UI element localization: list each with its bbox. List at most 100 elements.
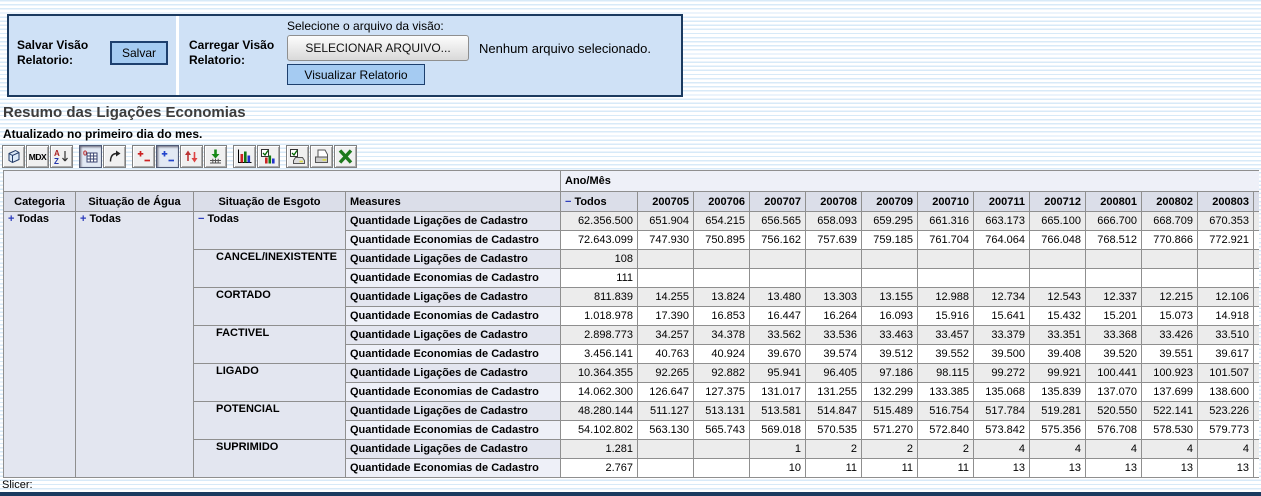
measure-label: Quantidade Ligações de Cadastro <box>346 402 561 421</box>
value-cell: 16.264 <box>806 307 862 326</box>
sort-button[interactable]: AZ <box>50 145 73 168</box>
member-label: CANCEL/INEXISTENTE <box>216 251 337 263</box>
value-cell: 72.643.099 <box>561 231 638 250</box>
value-cell: 40.763 <box>638 345 694 364</box>
value-cell: 756.162 <box>750 231 806 250</box>
drill-replace-button[interactable] <box>180 145 203 168</box>
column-header-month: 200708 <box>806 192 862 212</box>
value-cell: 12.734 <box>974 288 1030 307</box>
chart-config-button[interactable] <box>257 145 280 168</box>
value-cell <box>1198 269 1254 288</box>
swap-axes-arrow-icon <box>106 148 123 165</box>
olap-navigator-button[interactable] <box>2 145 25 168</box>
value-cell: 33.426 <box>1142 326 1198 345</box>
value-cell: 770.866 <box>1142 231 1198 250</box>
column-header-month: 200709 <box>862 192 918 212</box>
value-cell: 34.257 <box>638 326 694 345</box>
pivot-body: +Todas+Todas−TodasQuantidade Ligações de… <box>4 212 1260 478</box>
load-view-section: Carregar Visão Relatorio: Selecione o ar… <box>179 16 681 95</box>
page-title: Resumo das Ligações Economias <box>3 104 246 121</box>
value-cell: 126.647 <box>638 383 694 402</box>
value-cell <box>862 269 918 288</box>
print-pdf-button[interactable] <box>310 145 333 168</box>
value-cell <box>974 250 1030 269</box>
column-header-month: 200803 <box>1198 192 1254 212</box>
value-cell: 1.018.978 <box>561 307 638 326</box>
drill-position-button[interactable] <box>156 145 179 168</box>
value-cell: 92.265 <box>638 364 694 383</box>
export-excel-button[interactable] <box>334 145 357 168</box>
mdx-editor-button[interactable]: MDX <box>26 145 49 168</box>
value-cell: 97.186 <box>862 364 918 383</box>
value-cell: 663.173 <box>974 212 1030 231</box>
drill-member-button[interactable] <box>132 145 155 168</box>
measure-label: Quantidade Ligações de Cadastro <box>346 326 561 345</box>
value-cell-cutoff <box>1254 383 1260 402</box>
value-cell: 33.510 <box>1198 326 1254 345</box>
value-cell: 514.847 <box>806 402 862 421</box>
expand-icon[interactable]: + <box>80 213 86 225</box>
measure-label: Quantidade Economias de Cadastro <box>346 231 561 250</box>
up-down-arrows-icon <box>183 148 200 165</box>
agua-member: +Todas <box>76 212 194 478</box>
value-cell: 39.670 <box>750 345 806 364</box>
pivot-toolbar: MDX AZ 0 <box>2 145 358 168</box>
bar-chart-icon <box>236 148 253 165</box>
value-cell: 13 <box>1086 459 1142 478</box>
expand-icon[interactable]: + <box>8 213 14 225</box>
table-row: +Todas+Todas−TodasQuantidade Ligações de… <box>4 212 1260 231</box>
member-label: CORTADO <box>216 289 271 301</box>
value-cell-cutoff <box>1254 440 1260 459</box>
value-cell: 658.093 <box>806 212 862 231</box>
value-cell: 98.115 <box>918 364 974 383</box>
value-cell <box>918 250 974 269</box>
column-header-categoria: Categoria <box>4 192 76 212</box>
value-cell: 96.405 <box>806 364 862 383</box>
value-cell: 13.824 <box>694 288 750 307</box>
column-member-label: Todos <box>574 196 606 208</box>
member-label: Todas <box>17 213 49 225</box>
value-cell: 39.617 <box>1198 345 1254 364</box>
value-cell: 764.064 <box>974 231 1030 250</box>
value-cell-cutoff <box>1254 307 1260 326</box>
value-cell: 523.226 <box>1198 402 1254 421</box>
file-select-button[interactable]: SELECIONAR ARQUIVO... <box>287 35 469 61</box>
value-cell: 656.565 <box>750 212 806 231</box>
value-cell: 659.295 <box>862 212 918 231</box>
view-control-panel: Salvar Visão Relatorio: Salvar Carregar … <box>7 14 683 97</box>
measure-label: Quantidade Ligações de Cadastro <box>346 250 561 269</box>
value-cell: 108 <box>561 250 638 269</box>
view-report-button[interactable]: Visualizar Relatorio <box>287 64 425 85</box>
axis-label: Ano/Mês <box>561 171 1260 192</box>
value-cell: 1 <box>750 440 806 459</box>
print-config-button[interactable] <box>286 145 309 168</box>
value-cell: 16.447 <box>750 307 806 326</box>
value-cell: 99.272 <box>974 364 1030 383</box>
member-label: POTENCIAL <box>216 403 280 415</box>
save-view-section: Salvar Visão Relatorio: Salvar <box>9 16 179 95</box>
collapse-icon[interactable]: − <box>565 196 571 208</box>
collapse-icon[interactable]: − <box>198 213 204 225</box>
value-cell: 2.767 <box>561 459 638 478</box>
sort-az-icon: AZ <box>53 148 70 165</box>
arrow-into-table-icon <box>207 148 224 165</box>
value-cell: 39.552 <box>918 345 974 364</box>
value-cell: 39.500 <box>974 345 1030 364</box>
value-cell: 576.708 <box>1086 421 1142 440</box>
value-cell: 34.378 <box>694 326 750 345</box>
cube-icon <box>5 148 22 165</box>
save-button[interactable]: Salvar <box>110 41 168 65</box>
swap-axes-button[interactable] <box>103 145 126 168</box>
measure-label: Quantidade Economias de Cadastro <box>346 421 561 440</box>
drill-through-button[interactable] <box>204 145 227 168</box>
show-chart-button[interactable] <box>233 145 256 168</box>
value-cell: 101.507 <box>1198 364 1254 383</box>
column-header-month: 200711 <box>974 192 1030 212</box>
value-cell: 14.062.300 <box>561 383 638 402</box>
value-cell: 520.550 <box>1086 402 1142 421</box>
member-label: SUPRIMIDO <box>216 441 278 453</box>
value-cell: 4 <box>974 440 1030 459</box>
value-cell: 12.337 <box>1086 288 1142 307</box>
page-subtitle: Atualizado no primeiro dia do mes. <box>3 127 202 141</box>
suppress-empty-button[interactable]: 0 <box>79 145 102 168</box>
